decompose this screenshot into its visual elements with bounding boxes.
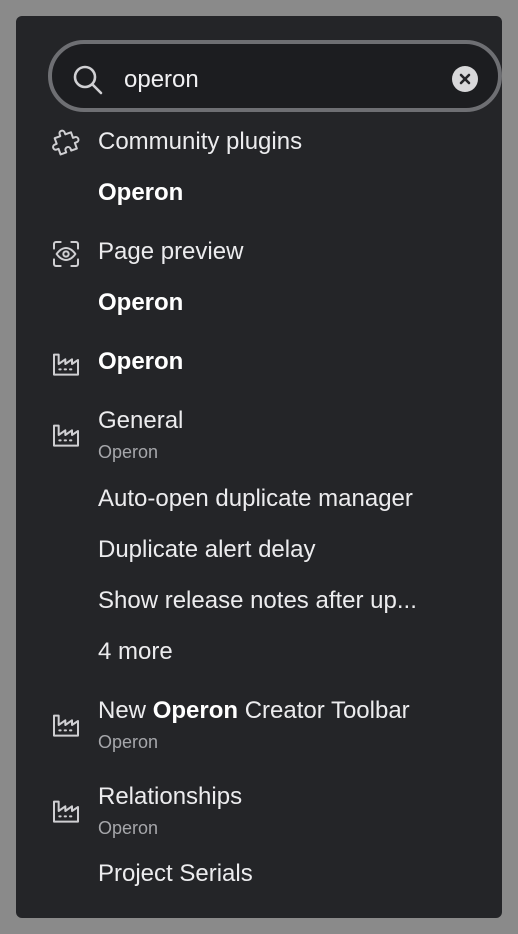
result-item[interactable]: Show release notes after up... [98, 587, 417, 615]
group-subtitle: Operon [98, 818, 159, 838]
factory-icon [53, 800, 79, 823]
factory-icon [53, 424, 79, 447]
more-results-link[interactable]: 4 more [98, 638, 173, 666]
group-subtitle: Operon [98, 732, 159, 752]
group-title-new-operon-creator-toolbar[interactable]: New Operon Creator Toolbar [98, 697, 410, 725]
result-item[interactable]: Project Serials [98, 860, 253, 888]
result-item[interactable]: Operon [98, 289, 183, 317]
result-item[interactable]: Operon [98, 179, 183, 207]
search-bar [48, 40, 502, 112]
result-item[interactable]: Duplicate alert delay [98, 536, 315, 564]
clear-search-button[interactable] [452, 66, 478, 92]
title-prefix: New [98, 697, 153, 724]
search-input[interactable] [124, 62, 444, 98]
eye-scan-icon [53, 241, 79, 267]
factory-icon [53, 714, 79, 737]
settings-search-panel: Community plugins Operon Page preview Op… [16, 16, 502, 918]
group-title-operon[interactable]: Operon [98, 348, 183, 376]
puzzle-icon [52, 129, 80, 156]
group-title-relationships[interactable]: Relationships [98, 783, 242, 811]
group-title-general[interactable]: General [98, 407, 183, 435]
factory-icon [53, 353, 79, 376]
title-suffix: Creator Toolbar [238, 697, 410, 724]
result-item[interactable]: Auto-open duplicate manager [98, 485, 413, 513]
close-icon [459, 73, 471, 85]
title-highlight: Operon [152, 697, 239, 724]
group-title-page-preview[interactable]: Page preview [98, 238, 243, 266]
group-subtitle: Operon [98, 442, 159, 462]
search-icon [73, 65, 103, 95]
group-title-community-plugins[interactable]: Community plugins [98, 128, 302, 156]
